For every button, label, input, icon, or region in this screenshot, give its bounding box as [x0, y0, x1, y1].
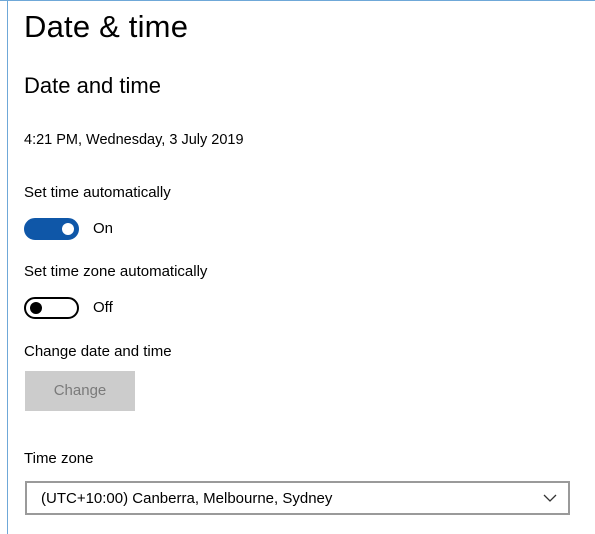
current-datetime: 4:21 PM, Wednesday, 3 July 2019: [24, 132, 244, 148]
set-time-zone-automatically-toggle[interactable]: [24, 297, 79, 319]
window-left-border: [7, 0, 8, 534]
set-time-automatically-toggle[interactable]: [24, 218, 79, 240]
set-time-zone-automatically-label: Set time zone automatically: [24, 263, 208, 280]
set-time-automatically-state: On: [93, 220, 114, 237]
time-zone-dropdown[interactable]: (UTC+10:00) Canberra, Melbourne, Sydney: [25, 481, 570, 515]
set-time-automatically-label: Set time automatically: [24, 184, 171, 201]
time-zone-label: Time zone: [24, 450, 94, 467]
section-title: Date and time: [24, 73, 161, 98]
set-time-zone-automatically-state: Off: [93, 299, 113, 316]
toggle-knob: [30, 302, 42, 314]
toggle-knob: [62, 223, 74, 235]
window-top-border: [0, 0, 595, 1]
chevron-down-icon: [543, 494, 557, 502]
change-date-and-time-label: Change date and time: [24, 343, 172, 360]
time-zone-selected-value: (UTC+10:00) Canberra, Melbourne, Sydney: [41, 490, 333, 507]
change-button[interactable]: Change: [25, 371, 135, 411]
page-title: Date & time: [24, 9, 189, 44]
